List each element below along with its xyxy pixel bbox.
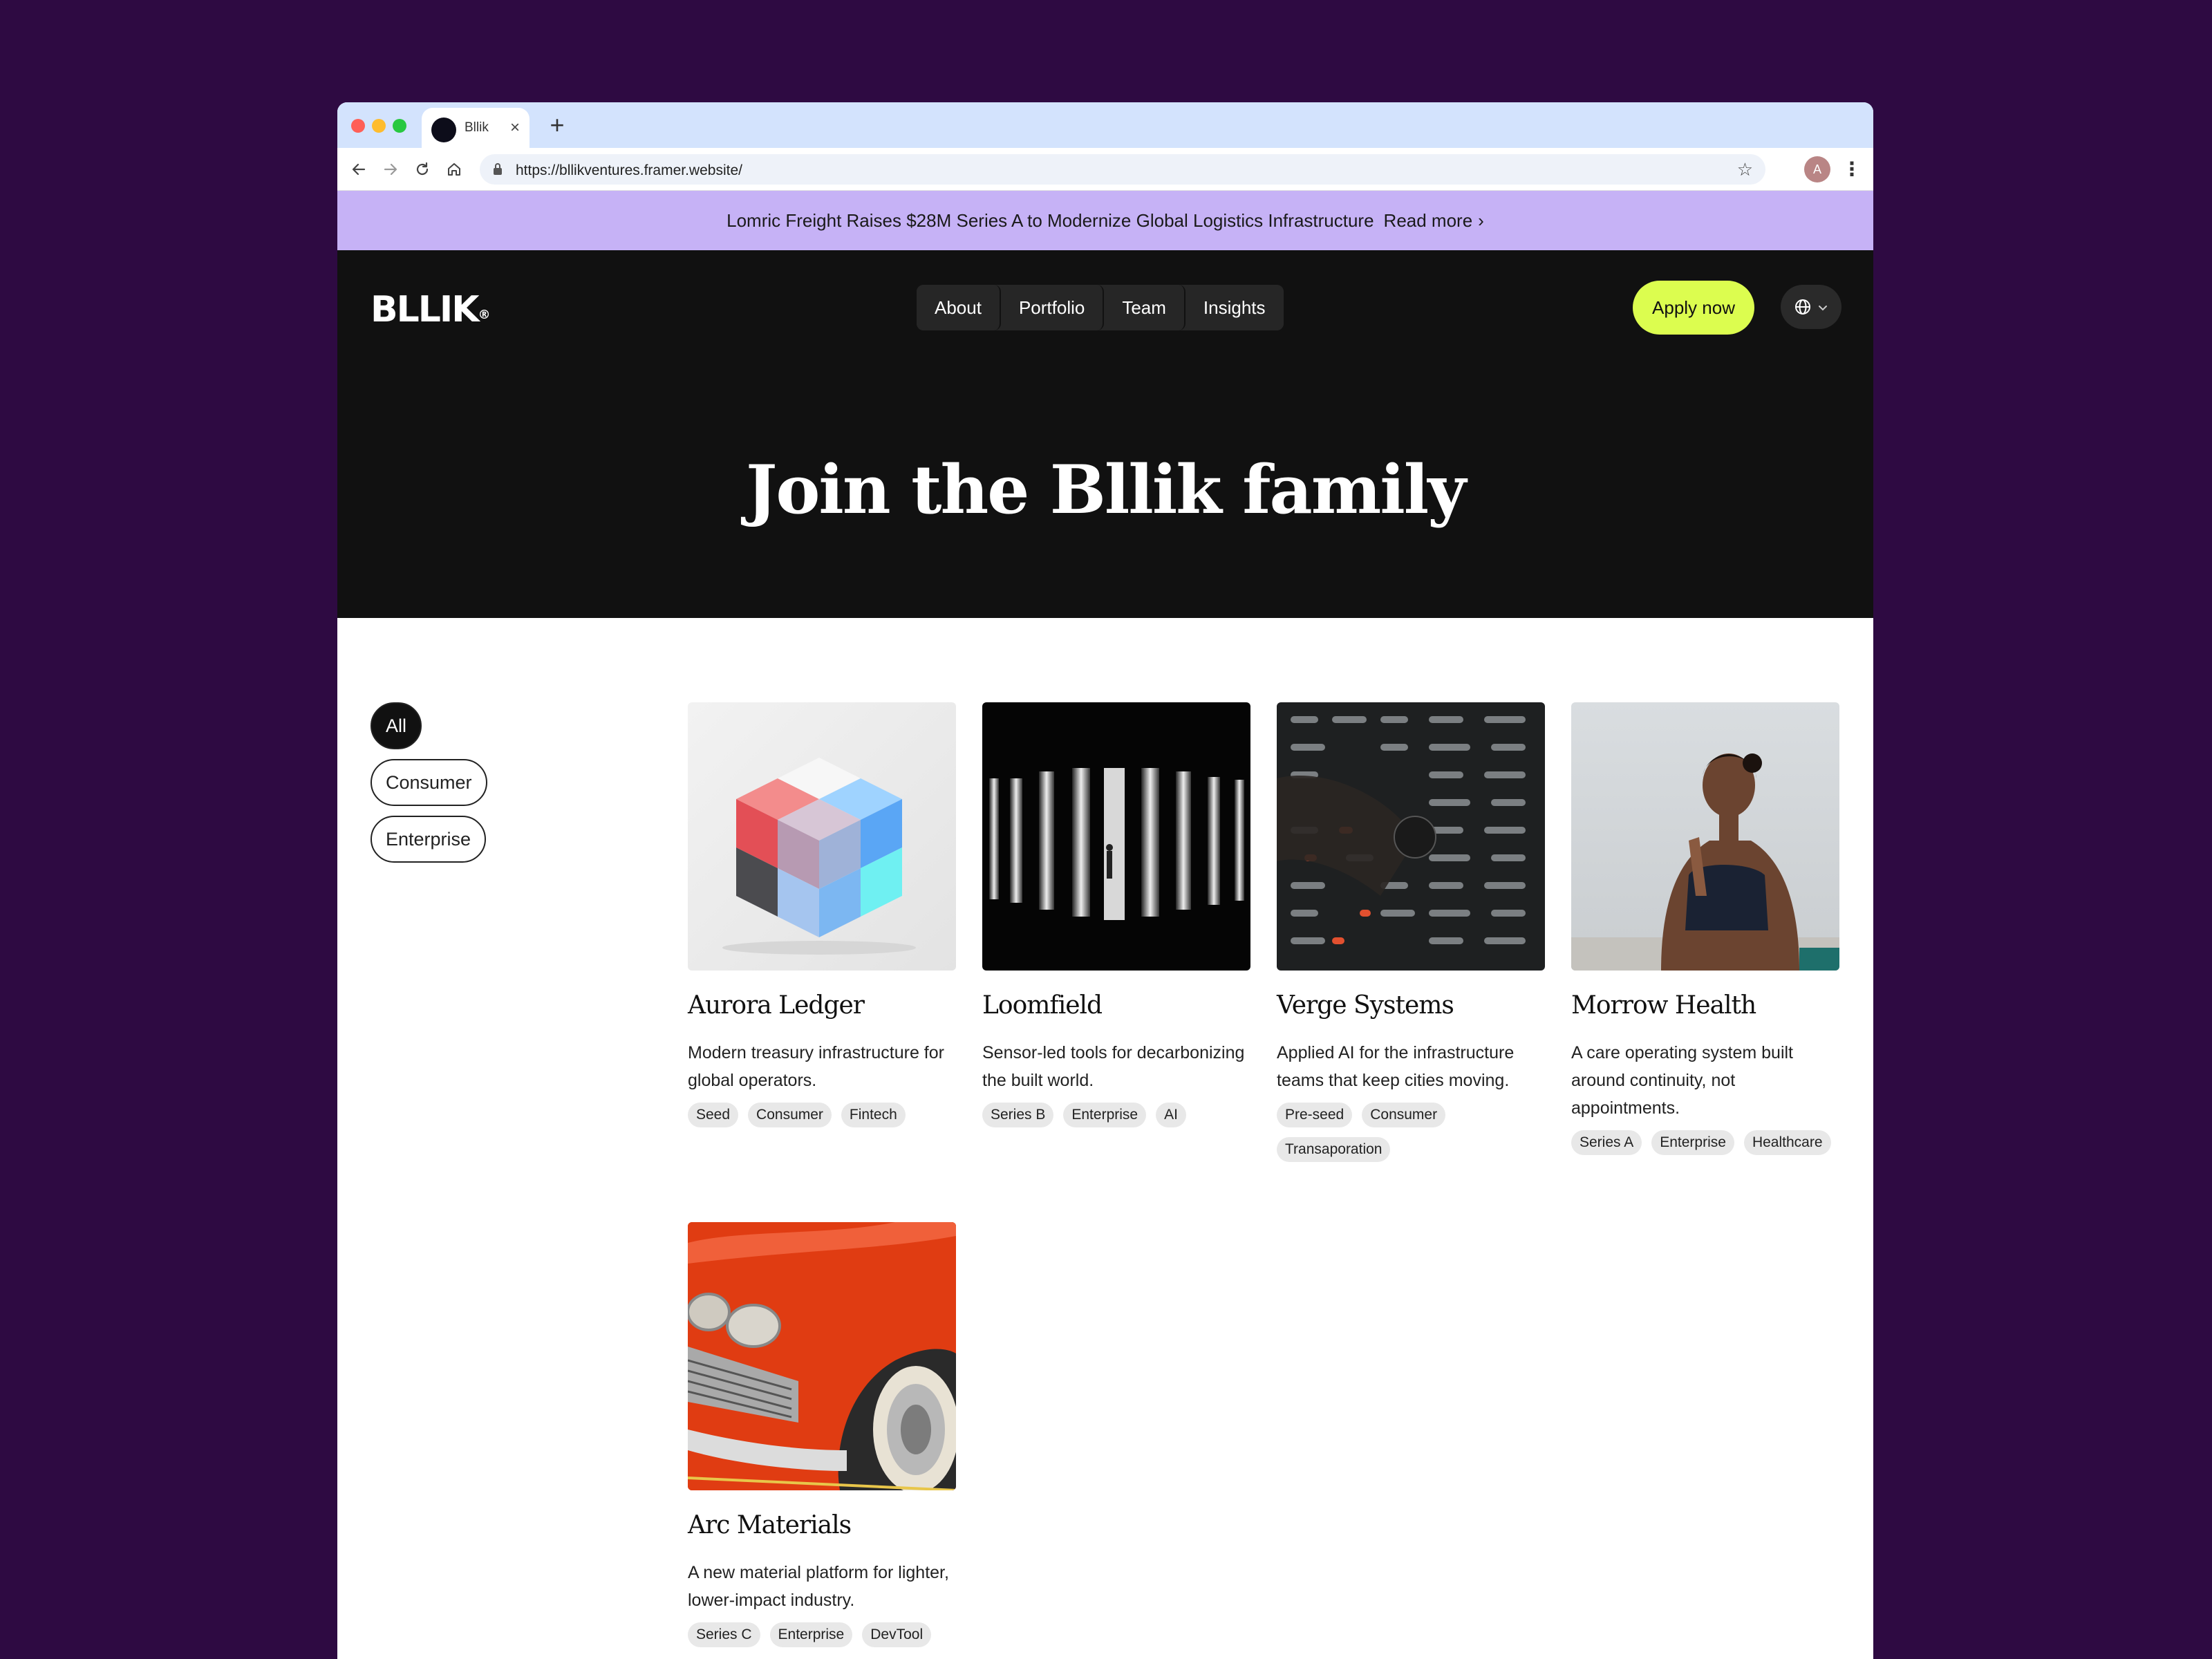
new-tab-icon[interactable]: + bbox=[543, 112, 571, 140]
minimize-window-button[interactable] bbox=[372, 119, 386, 133]
nav-portfolio[interactable]: Portfolio bbox=[1000, 285, 1105, 330]
tag: Healthcare bbox=[1743, 1130, 1831, 1155]
portfolio-card[interactable]: Morrow Health A care operating system bu… bbox=[1571, 702, 1839, 1155]
company-description: A new material platform for lighter, low… bbox=[688, 1563, 949, 1610]
tag: Fintech bbox=[841, 1103, 906, 1127]
company-description: Sensor-led tools for decarbonizing the b… bbox=[982, 1043, 1245, 1090]
home-icon[interactable] bbox=[441, 156, 467, 182]
led-board-image bbox=[1277, 702, 1545, 971]
company-description: A care operating system built around con… bbox=[1571, 1043, 1793, 1118]
bllik-logo[interactable]: BLLIK® bbox=[371, 289, 491, 330]
filter-all[interactable]: All bbox=[371, 702, 422, 749]
tab-strip: Bllik × + bbox=[337, 102, 1873, 148]
red-car-image bbox=[688, 1222, 956, 1490]
portfolio-card[interactable]: Verge Systems Applied AI for the infrast… bbox=[1277, 702, 1545, 1162]
tag: Pre-seed bbox=[1277, 1103, 1353, 1127]
tag-list: Seed Consumer Fintech bbox=[688, 1103, 956, 1127]
globe-icon bbox=[1794, 299, 1810, 315]
tag: Transaporation bbox=[1277, 1137, 1391, 1162]
glass-cube-image bbox=[688, 702, 956, 971]
favicon-icon bbox=[431, 118, 456, 142]
tag: DevTool bbox=[862, 1622, 932, 1647]
tag: Consumer bbox=[1362, 1103, 1446, 1127]
filter-consumer[interactable]: Consumer bbox=[371, 759, 487, 806]
forward-icon[interactable] bbox=[377, 156, 404, 182]
nav-insights[interactable]: Insights bbox=[1185, 285, 1284, 330]
browser-tab[interactable]: Bllik × bbox=[422, 108, 529, 148]
tag: Enterprise bbox=[769, 1622, 853, 1647]
browser-toolbar: https://bllikventures.framer.website/ ☆ … bbox=[337, 148, 1873, 191]
nav-about[interactable]: About bbox=[917, 285, 1001, 330]
nav-team[interactable]: Team bbox=[1104, 285, 1185, 330]
tab-close-icon[interactable]: × bbox=[506, 116, 524, 140]
company-name: Verge Systems bbox=[1277, 991, 1454, 1020]
tag-list: Pre-seed Consumer Transaporation bbox=[1277, 1103, 1545, 1162]
company-name: Loomfield bbox=[982, 991, 1103, 1020]
light-columns-image bbox=[982, 702, 1250, 971]
tag: Series C bbox=[688, 1622, 760, 1647]
tag: Seed bbox=[688, 1103, 739, 1127]
tag: Enterprise bbox=[1651, 1130, 1734, 1155]
portfolio-card[interactable]: Loomfield Sensor-led tools for decarboni… bbox=[982, 702, 1250, 1127]
company-description: Modern treasury infrastructure for globa… bbox=[688, 1043, 944, 1090]
company-name: Aurora Ledger bbox=[688, 991, 865, 1020]
browser-window: Bllik × + https://bllikventures.framer.w… bbox=[337, 102, 1873, 1659]
tab-title: Bllik bbox=[465, 120, 489, 135]
maximize-window-button[interactable] bbox=[393, 119, 406, 133]
page-title: Join the Bllik family bbox=[745, 451, 1466, 529]
url-text[interactable]: https://bllikventures.framer.website/ bbox=[516, 162, 742, 179]
portfolio-card[interactable]: Arc Materials A new material platform fo… bbox=[688, 1222, 956, 1647]
lock-icon bbox=[494, 163, 502, 175]
bookmark-star-icon[interactable]: ☆ bbox=[1737, 157, 1753, 182]
tag-list: Series B Enterprise AI bbox=[982, 1103, 1250, 1127]
language-selector[interactable] bbox=[1781, 285, 1841, 329]
company-description: Applied AI for the infrastructure teams … bbox=[1277, 1043, 1515, 1090]
tag: AI bbox=[1156, 1103, 1186, 1127]
main-nav: About Portfolio Team Insights bbox=[917, 285, 1284, 330]
read-more-link[interactable]: Read more bbox=[1384, 210, 1473, 231]
chevron-right-icon: › bbox=[1478, 210, 1484, 231]
tag: Series A bbox=[1571, 1130, 1642, 1155]
announcement-bar[interactable]: Lomric Freight Raises $28M Series A to M… bbox=[337, 191, 1873, 250]
chevron-down-icon bbox=[1819, 306, 1828, 311]
category-filters: All Consumer Enterprise bbox=[371, 702, 487, 872]
portfolio-card[interactable]: Aurora Ledger Modern treasury infrastruc… bbox=[688, 702, 956, 1127]
close-window-button[interactable] bbox=[351, 119, 365, 133]
browser-menu-icon[interactable]: ⋮ bbox=[1841, 156, 1862, 182]
announcement-text: Lomric Freight Raises $28M Series A to M… bbox=[727, 210, 1374, 231]
apply-now-button[interactable]: Apply now bbox=[1633, 281, 1754, 335]
tag: Series B bbox=[982, 1103, 1054, 1127]
tag: Consumer bbox=[748, 1103, 832, 1127]
hero-section: BLLIK® About Portfolio Team Insights App… bbox=[337, 250, 1873, 618]
back-icon[interactable] bbox=[346, 156, 372, 182]
tag-list: Series C Enterprise DevTool bbox=[688, 1622, 956, 1647]
reload-icon[interactable] bbox=[409, 156, 435, 182]
company-name: Morrow Health bbox=[1571, 991, 1756, 1020]
tag: Enterprise bbox=[1063, 1103, 1147, 1127]
address-bar[interactable]: https://bllikventures.framer.website/ ☆ bbox=[480, 154, 1765, 185]
tag-list: Series A Enterprise Healthcare bbox=[1571, 1130, 1839, 1155]
filter-enterprise[interactable]: Enterprise bbox=[371, 816, 487, 863]
company-name: Arc Materials bbox=[688, 1511, 852, 1539]
meditating-woman-image bbox=[1571, 702, 1839, 971]
profile-avatar[interactable]: A bbox=[1804, 156, 1830, 182]
